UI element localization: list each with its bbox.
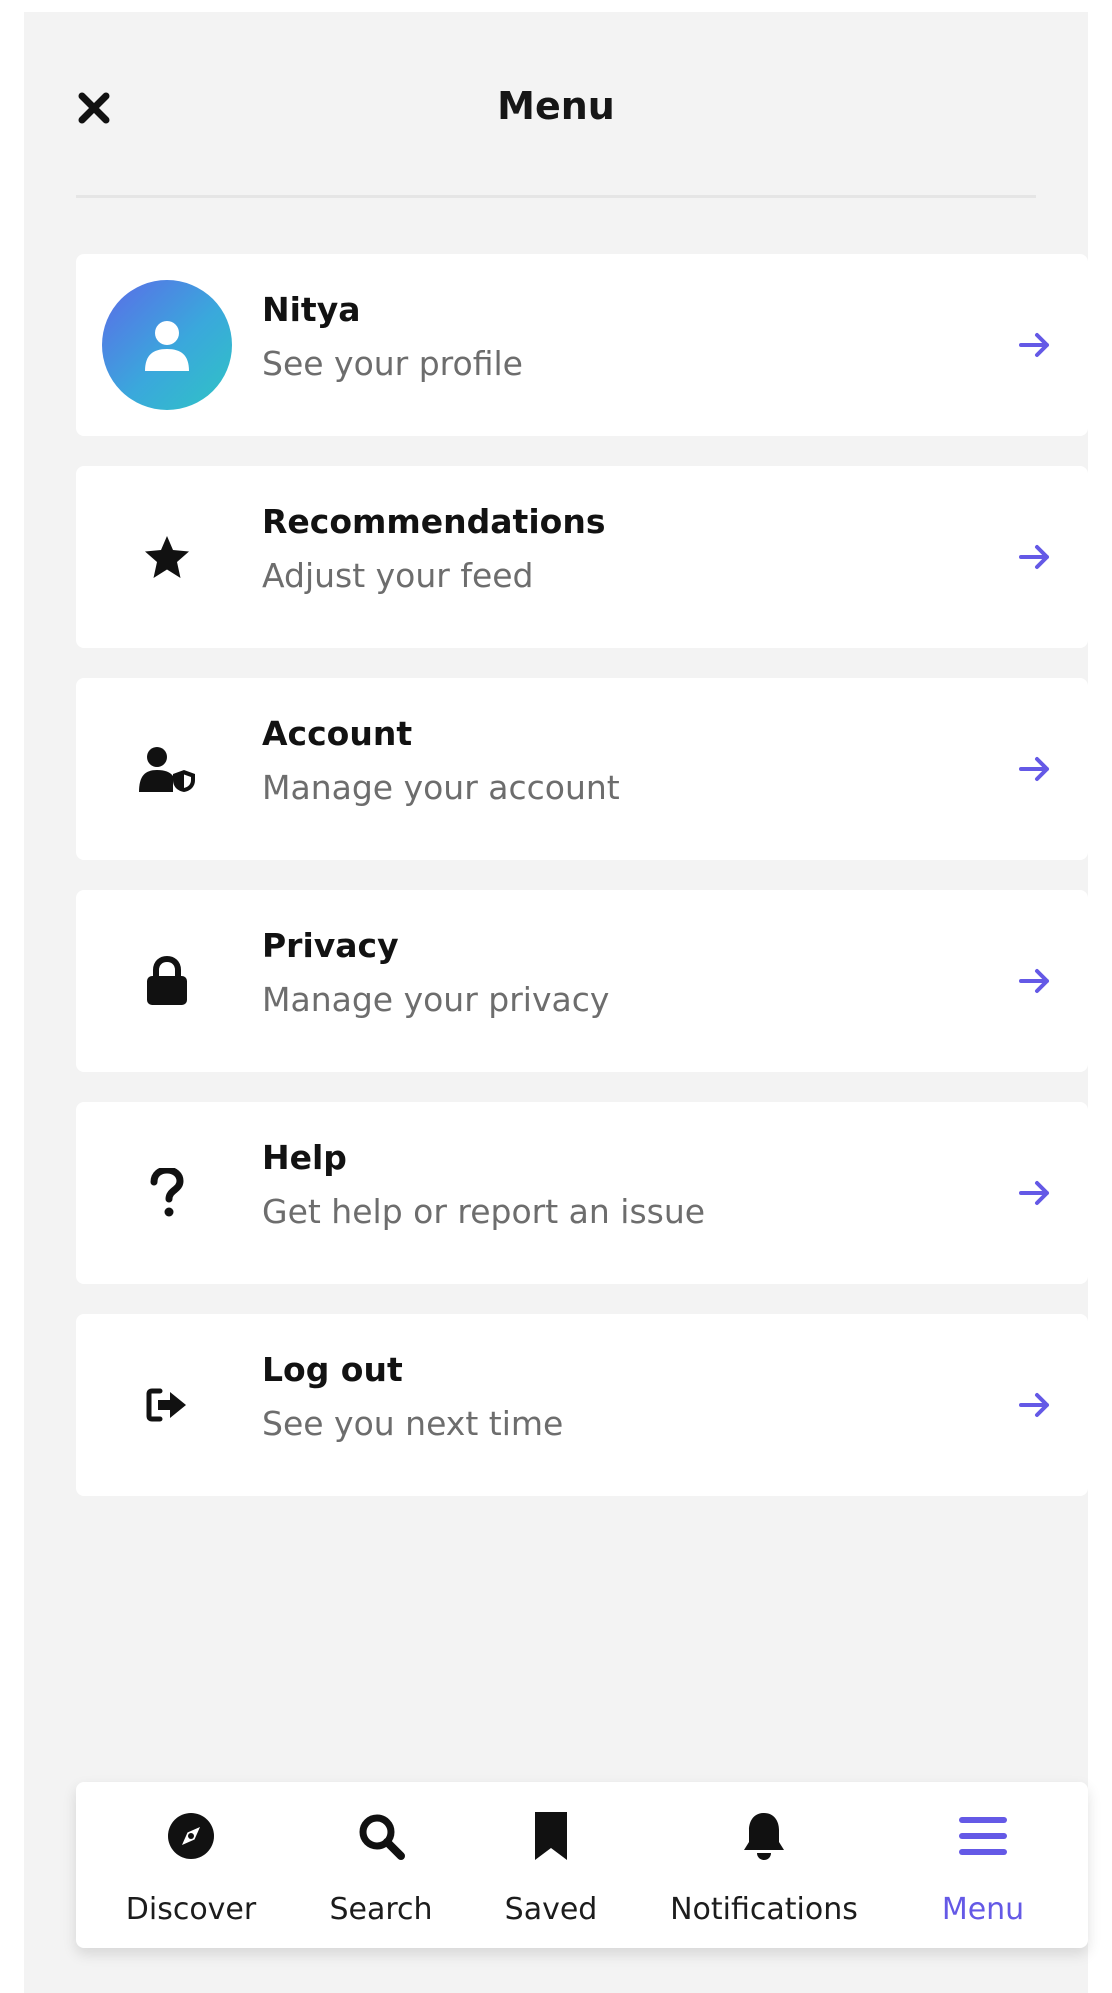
menu-item-subtitle: Adjust your feed [262,556,534,595]
menu-item-title: Help [262,1138,347,1177]
arrow-right-icon [1012,1170,1058,1216]
menu-item-account[interactable]: Account Manage your account [76,678,1088,860]
sign-out-icon [146,1388,186,1422]
nav-item-discover[interactable]: Discover [106,1782,276,1948]
menu-item-logout[interactable]: Log out See you next time [76,1314,1088,1496]
arrow-right-icon [1012,534,1058,580]
nav-label: Discover [125,1892,257,1927]
menu-item-title: Privacy [262,926,399,965]
question-icon [150,1168,184,1217]
menu-item-title: Recommendations [262,502,606,541]
arrow-right-icon [1012,1382,1058,1428]
nav-item-search[interactable]: Search [306,1782,456,1948]
bottom-navigation: Discover Search Saved Notifications Menu [76,1782,1088,1948]
menu-item-recommendations[interactable]: Recommendations Adjust your feed [76,466,1088,648]
menu-item-subtitle: See you next time [262,1404,564,1443]
menu-item-subtitle: Manage your account [262,768,620,807]
header-divider [76,195,1036,198]
menu-item-subtitle: Manage your privacy [262,980,610,1019]
profile-name: Nitya [262,290,361,329]
page-title: Menu [497,84,615,128]
menu-item-title: Log out [262,1350,403,1389]
bookmark-icon [535,1812,567,1860]
arrow-right-icon [1012,746,1058,792]
nav-label: Notifications [670,1892,858,1927]
profile-subtitle: See your profile [262,344,523,383]
hamburger-menu-icon [959,1817,1007,1855]
bell-icon [744,1813,784,1860]
nav-item-menu[interactable]: Menu [908,1782,1058,1948]
nav-label: Search [329,1892,433,1927]
arrow-right-icon [1012,958,1058,1004]
menu-item-title: Account [262,714,413,753]
star-icon [145,536,189,578]
menu-screen: Menu Nitya See your profile Recommendati… [24,12,1088,1993]
menu-item-help[interactable]: Help Get help or report an issue [76,1102,1088,1284]
search-icon [359,1814,405,1860]
menu-item-subtitle: Get help or report an issue [262,1192,706,1231]
header: Menu [24,12,1088,198]
nav-item-saved[interactable]: Saved [486,1782,616,1948]
user-shield-icon [139,747,195,792]
menu-item-privacy[interactable]: Privacy Manage your privacy [76,890,1088,1072]
user-icon [145,321,189,371]
lock-icon [147,956,187,1005]
nav-item-notifications[interactable]: Notifications [654,1782,874,1948]
compass-icon [168,1813,214,1859]
nav-label: Menu [941,1892,1025,1927]
nav-label: Saved [504,1892,598,1927]
profile-card[interactable]: Nitya See your profile [76,254,1088,436]
arrow-right-icon [1012,322,1058,368]
avatar [102,280,232,410]
